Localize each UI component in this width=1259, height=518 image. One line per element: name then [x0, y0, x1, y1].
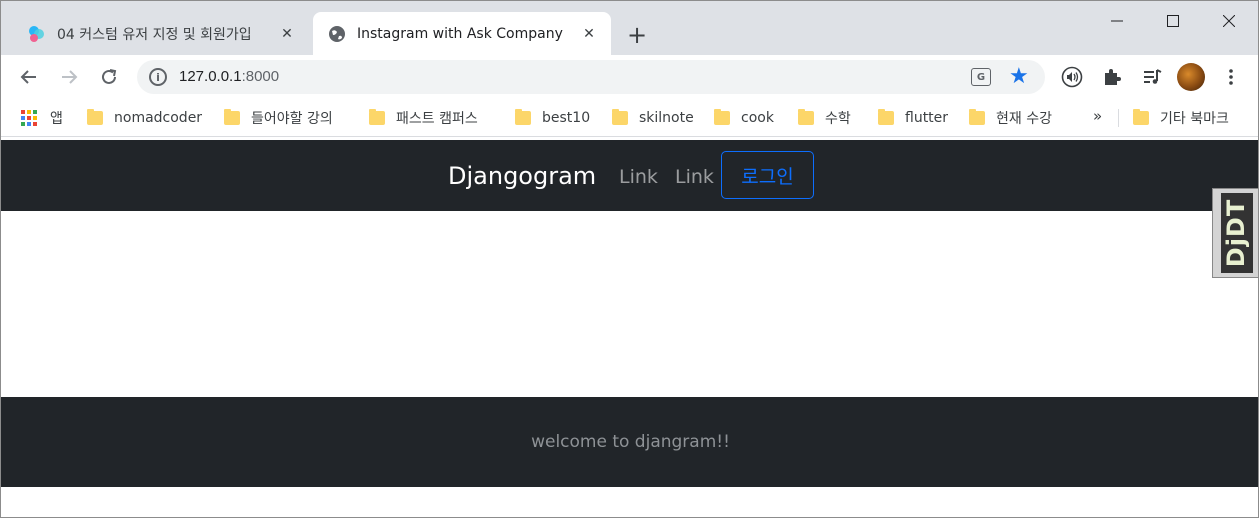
folder-icon: [224, 109, 240, 125]
colorful-app-icon: [27, 24, 47, 44]
close-icon[interactable]: ✕: [579, 24, 599, 44]
address-url[interactable]: 127.0.0.1:8000: [179, 68, 279, 85]
folder-icon: [515, 109, 531, 125]
navbar-brand[interactable]: Djangogram: [448, 162, 596, 190]
maximize-icon[interactable]: [1145, 1, 1201, 41]
bookmark-label: best10: [542, 110, 591, 126]
bookmark-label: cook: [741, 110, 774, 126]
bookmark-label: flutter: [905, 110, 949, 126]
bookmark-folder[interactable]: nomadcoder: [87, 107, 202, 129]
bookmark-label: 패스트 캠퍼스: [396, 111, 478, 127]
bookmark-folder[interactable]: 현재 수강: [969, 107, 1052, 129]
media-queue-icon[interactable]: [1138, 63, 1166, 91]
avatar: [1177, 63, 1205, 91]
folder-icon: [798, 109, 814, 125]
address-bar[interactable]: i 127.0.0.1:8000 G ★: [137, 60, 1045, 94]
bookmark-folder[interactable]: 들어야할 강의: [224, 107, 333, 129]
folder-icon: [87, 109, 103, 125]
folder-icon: [714, 109, 730, 125]
back-arrow-icon[interactable]: [13, 61, 45, 93]
globe-icon: [327, 24, 347, 44]
translate-icon[interactable]: G: [971, 68, 991, 86]
tab-title: 04 커스텀 유저 지정 및 회원가입: [57, 26, 252, 43]
bookmark-folder[interactable]: cook: [714, 107, 774, 129]
folder-icon: [878, 109, 894, 125]
site-navbar: Djangogram Link Link 로그인: [1, 140, 1258, 211]
bookmark-label: 현재 수강: [996, 111, 1052, 127]
puzzle-extensions-icon[interactable]: [1098, 63, 1126, 91]
minimize-icon[interactable]: [1089, 1, 1145, 41]
audio-extension-icon[interactable]: [1058, 63, 1086, 91]
debug-toolbar-badge: DjDT: [1220, 193, 1253, 273]
folder-icon: [612, 109, 628, 125]
more-menu-icon[interactable]: [1217, 63, 1245, 91]
tab-strip: 04 커스텀 유저 지정 및 회원가입 ✕ Instagram with Ask…: [1, 1, 1258, 55]
bookmark-label: 기타 북마크: [1160, 111, 1229, 127]
login-button[interactable]: 로그인: [721, 151, 814, 199]
nav-link[interactable]: Link: [619, 166, 658, 188]
bookmark-label: 앱: [50, 111, 63, 127]
profile-avatar[interactable]: [1177, 63, 1205, 91]
tab-active[interactable]: Instagram with Ask Company ✕: [313, 12, 611, 55]
info-icon[interactable]: i: [149, 68, 167, 86]
tab-inactive[interactable]: 04 커스텀 유저 지정 및 회원가입 ✕: [13, 12, 309, 55]
tab-title: Instagram with Ask Company: [357, 25, 563, 42]
bookmark-folder[interactable]: best10: [515, 107, 590, 129]
close-icon[interactable]: ✕: [277, 24, 297, 44]
window-close-icon[interactable]: [1201, 1, 1257, 41]
page-viewport: Djangogram Link Link 로그인 DjDT welcome to…: [1, 140, 1258, 517]
debug-toolbar-handle[interactable]: DjDT: [1212, 188, 1258, 278]
browser-window: 04 커스텀 유저 지정 및 회원가입 ✕ Instagram with Ask…: [0, 0, 1259, 518]
new-tab-button[interactable]: +: [623, 21, 651, 49]
bookmarks-overflow-button[interactable]: »: [1093, 107, 1102, 125]
bookmark-label: nomadcoder: [114, 110, 203, 126]
debug-toolbar-label: DjDT: [1222, 198, 1251, 268]
bookmark-folder[interactable]: flutter: [878, 107, 948, 129]
bookmark-folder[interactable]: 패스트 캠퍼스: [369, 107, 478, 129]
url-host: 127.0.0.1: [179, 68, 242, 85]
nav-link[interactable]: Link: [675, 166, 714, 188]
bookmark-folder[interactable]: skilnote: [612, 107, 694, 129]
bookmarks-bar: 앱 nomadcoder 들어야할 강의 패스트 캠퍼스 best10 skil…: [1, 99, 1258, 137]
bookmark-star-icon[interactable]: ★: [1009, 64, 1029, 89]
folder-icon: [1133, 109, 1149, 125]
folder-icon: [369, 109, 385, 125]
reload-icon[interactable]: [93, 61, 125, 93]
bookmarks-divider: [1118, 109, 1119, 127]
bookmark-label: 들어야할 강의: [251, 111, 333, 127]
bookmark-folder[interactable]: 수학: [798, 107, 851, 129]
bookmark-label: skilnote: [639, 110, 694, 126]
folder-icon: [969, 109, 985, 125]
site-footer: welcome to djangram!!: [1, 397, 1258, 487]
bookmark-apps[interactable]: 앱: [21, 107, 63, 129]
footer-text: welcome to djangram!!: [531, 432, 730, 452]
browser-toolbar: i 127.0.0.1:8000 G ★: [1, 55, 1258, 99]
forward-arrow-icon[interactable]: [53, 61, 85, 93]
bookmark-other[interactable]: 기타 북마크: [1133, 107, 1229, 129]
url-port: :8000: [241, 68, 280, 85]
bookmark-label: 수학: [825, 111, 851, 127]
apps-grid-icon: [21, 110, 37, 126]
